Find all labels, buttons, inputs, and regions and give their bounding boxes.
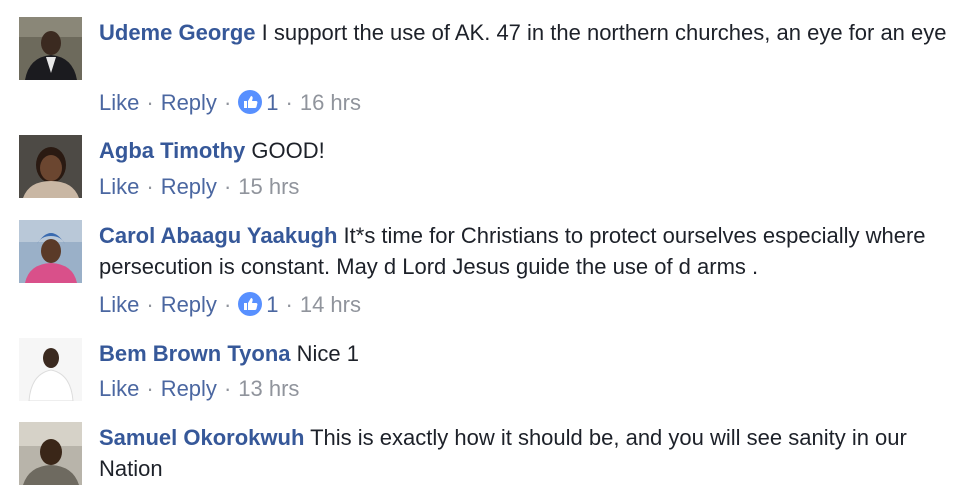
comment-body: Carol Abaagu Yaakugh It*s time for Chris… xyxy=(99,220,951,282)
separator-dot: · xyxy=(223,376,232,401)
avatar[interactable] xyxy=(19,422,82,485)
like-link[interactable]: Like xyxy=(99,376,139,401)
avatar[interactable] xyxy=(19,220,82,283)
comment-timestamp[interactable]: 16 hrs xyxy=(300,90,361,115)
separator-dot: · xyxy=(285,292,293,317)
like-link[interactable]: Like xyxy=(99,292,139,317)
reply-link[interactable]: Reply xyxy=(161,376,217,401)
comment-body: Samuel Okorokwuh This is exactly how it … xyxy=(99,422,951,484)
separator-dot: · xyxy=(146,90,154,115)
separator-dot: · xyxy=(146,376,154,401)
comment-text: Nice 1 xyxy=(296,341,359,366)
comment-text: I support the use of AK. 47 in the north… xyxy=(261,20,947,45)
like-link[interactable]: Like xyxy=(99,174,139,199)
avatar[interactable] xyxy=(19,135,82,198)
comment-actions: Like · Reply · 1 · 14 hrs xyxy=(99,291,361,319)
comment-body: Agba Timothy GOOD! xyxy=(99,135,951,166)
avatar[interactable] xyxy=(19,17,82,80)
comment-timestamp[interactable]: 14 hrs xyxy=(300,292,361,317)
separator-dot: · xyxy=(223,174,232,199)
separator-dot: · xyxy=(223,292,232,317)
separator-dot: · xyxy=(146,174,154,199)
reply-link[interactable]: Reply xyxy=(161,90,217,115)
reaction-count[interactable]: 1 xyxy=(266,90,278,115)
separator-dot: · xyxy=(223,90,232,115)
comment-actions: Like · Reply · 13 hrs xyxy=(99,375,299,403)
comment-timestamp[interactable]: 13 hrs xyxy=(238,376,299,401)
reply-link[interactable]: Reply xyxy=(161,292,217,317)
separator-dot: · xyxy=(285,90,293,115)
like-thumb-icon[interactable] xyxy=(238,90,263,114)
comment-actions: Like · Reply · 15 hrs xyxy=(99,173,299,201)
like-thumb-icon[interactable] xyxy=(238,292,263,316)
avatar[interactable] xyxy=(19,338,82,401)
separator-dot: · xyxy=(146,292,154,317)
like-link[interactable]: Like xyxy=(99,90,139,115)
reply-link[interactable]: Reply xyxy=(161,174,217,199)
comment-author[interactable]: Udeme George xyxy=(99,20,256,45)
comment-actions: Like · Reply · 1 · 16 hrs xyxy=(99,89,361,117)
comment-author[interactable]: Carol Abaagu Yaakugh xyxy=(99,223,337,248)
comment-text: GOOD! xyxy=(251,138,325,163)
comment-body: Bem Brown Tyona Nice 1 xyxy=(99,338,951,369)
comment-author[interactable]: Agba Timothy xyxy=(99,138,245,163)
comment-author[interactable]: Bem Brown Tyona xyxy=(99,341,291,366)
reaction-count[interactable]: 1 xyxy=(266,292,278,317)
comment-timestamp[interactable]: 15 hrs xyxy=(238,174,299,199)
comment-author[interactable]: Samuel Okorokwuh xyxy=(99,425,304,450)
comment-body: Udeme George I support the use of AK. 47… xyxy=(99,17,951,48)
